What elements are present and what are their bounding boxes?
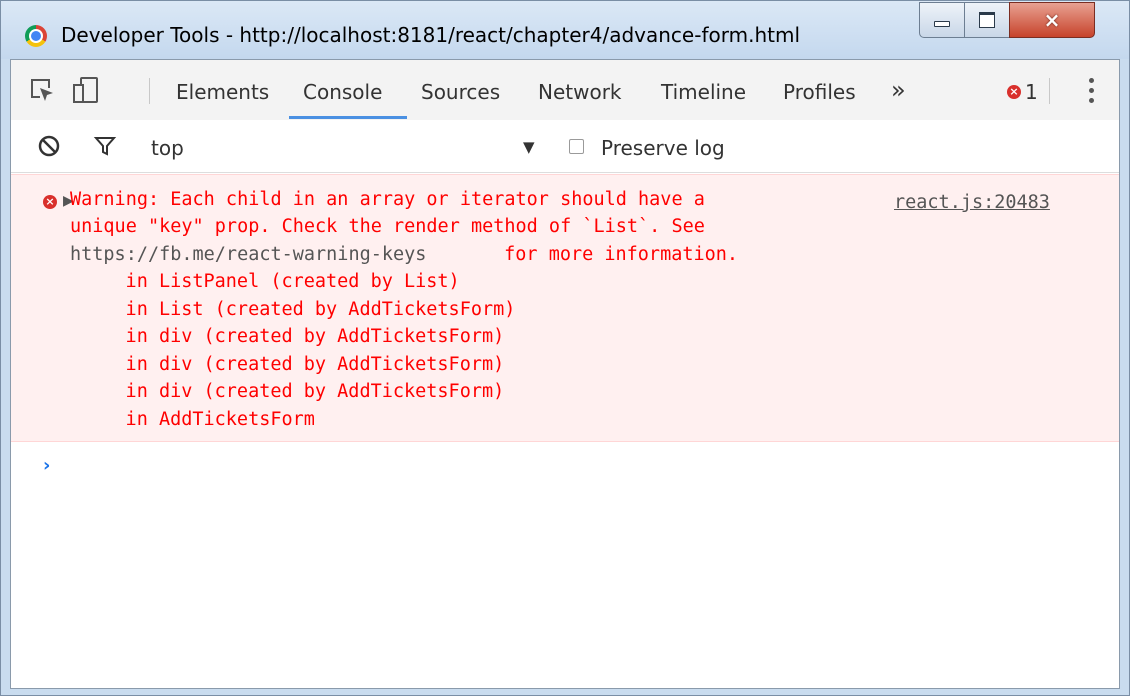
minimize-button[interactable]	[919, 2, 965, 38]
clear-console-icon[interactable]	[37, 134, 61, 158]
window-title: Developer Tools - http://localhost:8181/…	[61, 23, 800, 47]
message-line: for more information.	[493, 244, 739, 265]
message-line: Warning: Each child in an array or itera…	[70, 189, 705, 210]
preserve-log-label[interactable]: Preserve log	[601, 136, 725, 160]
inspect-element-icon[interactable]	[31, 79, 55, 103]
close-button[interactable]: ×	[1009, 2, 1095, 38]
tab-network[interactable]: Network	[538, 80, 622, 104]
devtools-panel: Elements Console Sources Network Timelin…	[10, 59, 1120, 689]
toolbar-separator	[149, 78, 150, 104]
console-prompt-icon[interactable]: ›	[43, 455, 50, 476]
more-tabs-icon[interactable]: »	[891, 76, 906, 104]
filter-icon[interactable]	[93, 134, 117, 158]
maximize-button[interactable]	[964, 2, 1010, 38]
stack-line: in AddTicketsForm	[81, 409, 315, 430]
tab-timeline[interactable]: Timeline	[661, 80, 746, 104]
device-toolbar-icon[interactable]	[71, 76, 101, 104]
customize-menu-icon[interactable]	[1089, 78, 1095, 108]
stack-line: in div (created by AddTicketsForm)	[81, 381, 505, 402]
message-line: unique "key" prop. Check the render meth…	[70, 216, 705, 237]
error-icon: ×	[43, 195, 57, 209]
toolbar-separator	[1049, 78, 1050, 104]
error-count[interactable]: 1	[1025, 80, 1038, 104]
stack-line: in ListPanel (created by List)	[81, 271, 460, 292]
title-bar[interactable]: Developer Tools - http://localhost:8181/…	[1, 1, 1129, 59]
chrome-logo-icon	[25, 25, 47, 47]
message-link[interactable]: https://fb.me/react-warning-keys	[70, 244, 426, 265]
tab-profiles[interactable]: Profiles	[783, 80, 856, 104]
context-selector[interactable]: top	[151, 136, 184, 160]
source-link[interactable]: react.js:20483	[894, 192, 1050, 213]
stack-line: in List (created by AddTicketsForm)	[81, 299, 516, 320]
minimize-icon	[934, 21, 950, 27]
stack-line: in div (created by AddTicketsForm)	[81, 326, 505, 347]
active-tab-indicator	[289, 116, 407, 119]
preserve-log-checkbox[interactable]	[569, 139, 584, 154]
devtools-window: Developer Tools - http://localhost:8181/…	[0, 0, 1130, 696]
tab-elements[interactable]: Elements	[176, 80, 269, 104]
tab-console[interactable]: Console	[303, 80, 382, 104]
stack-line: in div (created by AddTicketsForm)	[81, 354, 505, 375]
maximize-icon	[979, 12, 995, 28]
tab-sources[interactable]: Sources	[421, 80, 500, 104]
error-count-icon[interactable]: ×	[1007, 85, 1021, 99]
close-icon: ×	[1043, 8, 1061, 32]
devtools-toolbar: Elements Console Sources Network Timelin…	[11, 60, 1119, 121]
context-dropdown-icon[interactable]: ▼	[523, 138, 535, 156]
